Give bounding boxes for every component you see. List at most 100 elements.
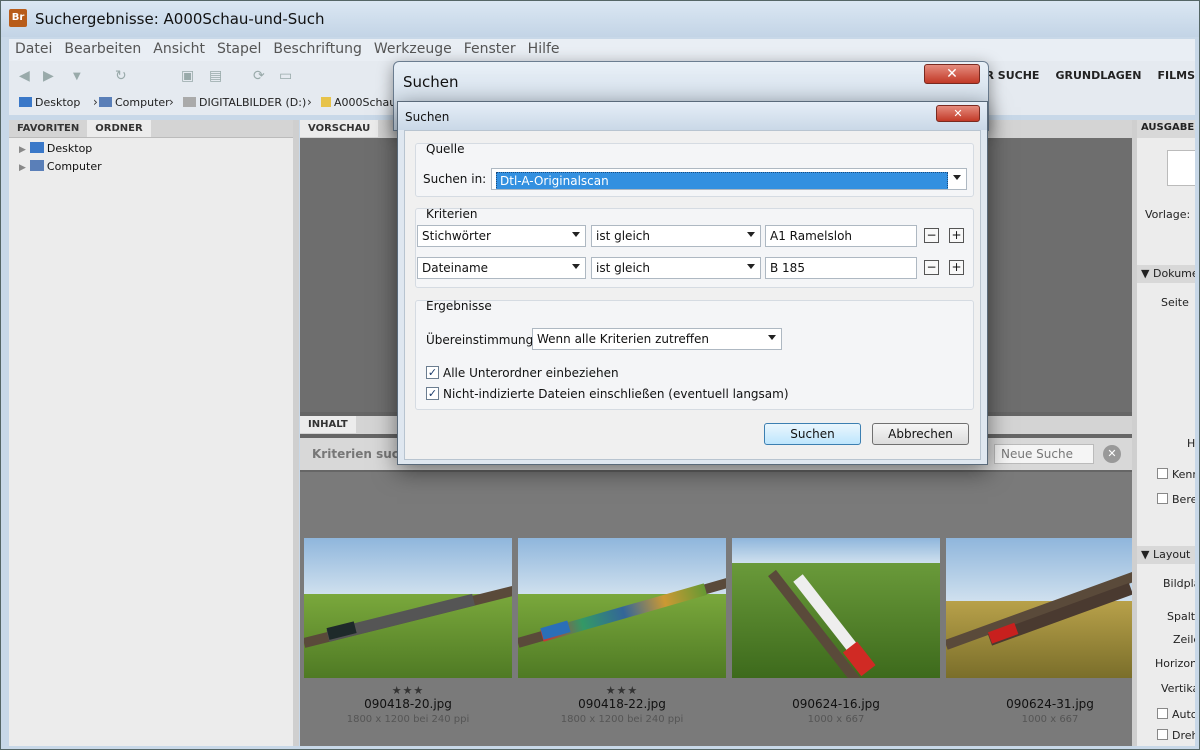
section-dokument-label: Dokumen <box>1152 267 1195 280</box>
chevron-right-icon[interactable]: › <box>169 95 174 109</box>
remove-criterion-icon[interactable]: − <box>924 228 939 243</box>
menu-hilfe[interactable]: Hilfe <box>522 39 566 59</box>
chevron-down-icon[interactable] <box>768 335 776 340</box>
close-icon[interactable]: ✕ <box>924 64 980 84</box>
spalte-label: Spalte <box>1167 610 1195 623</box>
crumb-folder-label: A000Schau <box>334 96 397 109</box>
search-in-value: Dtl-A-Originalscan <box>496 172 948 189</box>
reveal-recent-icon[interactable]: ↻ <box>115 68 127 84</box>
tree-item-desktop[interactable]: ▶ Desktop <box>19 142 92 155</box>
crumb-drive[interactable]: DIGITALBILDER (D:) <box>183 96 306 109</box>
chevron-down-icon[interactable] <box>953 175 961 180</box>
crumb-drive-label: DIGITALBILDER (D:) <box>199 96 307 109</box>
criteria-field-select[interactable]: Stichwörter <box>417 225 586 247</box>
cancel-button[interactable]: Abbrechen <box>872 423 969 445</box>
thumbnail-image[interactable] <box>304 538 512 678</box>
back-icon[interactable]: ◀ <box>19 68 30 84</box>
chevron-down-icon[interactable] <box>572 232 580 237</box>
title-bar: Br Suchergebnisse: A000Schau-und-Such <box>1 1 1199 37</box>
chevron-down-icon[interactable] <box>572 264 580 269</box>
menu-fenster[interactable]: Fenster <box>458 39 522 59</box>
expand-arrow-icon[interactable]: ▶ <box>19 163 26 173</box>
menu-bearbeiten[interactable]: Bearbeiten <box>58 39 147 59</box>
checkbox-icon[interactable] <box>1157 708 1168 719</box>
include-nonindexed-checkbox[interactable]: ✓ <box>426 387 439 400</box>
search-button[interactable]: Suchen <box>764 423 861 445</box>
seite-label: Seite <box>1161 296 1189 309</box>
chevron-right-icon[interactable]: › <box>93 95 98 109</box>
history-dropdown-icon[interactable]: ▼ <box>73 71 81 82</box>
criteria-field-select[interactable]: Dateiname <box>417 257 586 279</box>
dialog-body: Quelle Suchen in: Dtl-A-Originalscan Kri… <box>404 130 981 460</box>
match-label: Übereinstimmung: <box>426 333 538 347</box>
match-value: Wenn alle Kriterien zutreffen <box>537 332 710 346</box>
template-preview-icon[interactable] <box>1167 150 1195 186</box>
menu-bar: Datei Bearbeiten Ansicht Stapel Beschriftung… <box>9 39 1195 61</box>
close-icon[interactable]: ✕ <box>936 105 980 122</box>
new-search-button[interactable]: Neue Suche <box>994 444 1094 464</box>
crumb-computer[interactable]: Computer <box>99 96 170 109</box>
workspace-grundlagen[interactable]: GRUNDLAGEN <box>1055 69 1141 82</box>
chevron-down-icon[interactable] <box>747 232 755 237</box>
tab-inhalt[interactable]: INHALT <box>300 416 356 433</box>
drive-icon <box>183 97 196 107</box>
chevron-down-icon[interactable] <box>747 264 755 269</box>
criteria-value-input[interactable]: A1 Ramelsloh <box>765 225 917 247</box>
computer-icon <box>99 97 112 107</box>
kenn-checkbox[interactable]: Kenn <box>1157 468 1195 481</box>
crumb-desktop[interactable]: Desktop <box>19 96 80 109</box>
criteria-operator-select[interactable]: ist gleich <box>591 257 761 279</box>
drehe-checkbox[interactable]: Drehe <box>1157 729 1195 742</box>
vorlage-label: Vorlage: <box>1145 208 1191 221</box>
search-in-select[interactable]: Dtl-A-Originalscan <box>491 168 967 190</box>
match-select[interactable]: Wenn alle Kriterien zutreffen <box>532 328 782 350</box>
expand-arrow-icon[interactable]: ▶ <box>19 145 26 155</box>
output-panel-header[interactable]: AUSGABE <box>1137 120 1195 138</box>
menu-datei[interactable]: Datei <box>9 39 58 59</box>
rotate-icon[interactable]: ⟳ <box>253 68 265 84</box>
menu-ansicht[interactable]: Ansicht <box>147 39 211 59</box>
tab-ordner[interactable]: ORDNER <box>87 120 151 137</box>
refine-icon[interactable]: ▤ <box>209 68 222 84</box>
menu-beschriftung[interactable]: Beschriftung <box>267 39 368 59</box>
checkbox-icon[interactable] <box>1157 468 1168 479</box>
tree-item-computer[interactable]: ▶ Computer <box>19 160 102 173</box>
include-subfolders-checkbox[interactable]: ✓ <box>426 366 439 379</box>
dialog-title: Suchen <box>405 110 450 124</box>
left-splitter[interactable] <box>293 120 299 746</box>
add-criterion-icon[interactable]: + <box>949 228 964 243</box>
folder-icon <box>321 97 331 107</box>
crumb-folder[interactable]: A000Schau <box>321 96 396 109</box>
section-dokument[interactable]: ▼ Dokumen <box>1137 265 1195 283</box>
tree-item-label: Desktop <box>46 142 93 155</box>
close-icon[interactable]: ✕ <box>1103 445 1121 463</box>
section-layout[interactable]: ▼ Layout <box>1137 546 1195 564</box>
zeile-label: Zeile <box>1173 633 1195 646</box>
thumbnail-image[interactable] <box>732 538 940 678</box>
output-icon[interactable]: ▭ <box>279 68 292 84</box>
autom-checkbox[interactable]: Autom <box>1157 708 1195 721</box>
forward-icon[interactable]: ▶ <box>43 68 54 84</box>
tab-vorschau[interactable]: VORSCHAU <box>300 120 379 137</box>
rating-stars[interactable]: ★★★ <box>518 684 726 697</box>
tab-favoriten[interactable]: FAVORITEN <box>9 120 87 137</box>
menu-stapel[interactable]: Stapel <box>211 39 267 59</box>
criteria-label: Kriterien <box>426 207 478 221</box>
bered-checkbox[interactable]: Bered <box>1157 493 1195 506</box>
search-dialog: Suchen ✕ Quelle Suchen in: Dtl-A-Origina… <box>397 101 988 465</box>
chevron-right-icon[interactable]: › <box>307 95 312 109</box>
remove-criterion-icon[interactable]: − <box>924 260 939 275</box>
checkbox-icon[interactable] <box>1157 493 1168 504</box>
thumbnail-filename: 090624-16.jpg <box>792 697 880 711</box>
add-criterion-icon[interactable]: + <box>949 260 964 275</box>
checkbox-icon[interactable] <box>1157 729 1168 740</box>
crumb-desktop-label: Desktop <box>35 96 81 109</box>
thumbnail-image[interactable] <box>518 538 726 678</box>
rating-stars[interactable]: ★★★ <box>304 684 512 697</box>
workspace-films[interactable]: FILMS <box>1158 69 1196 82</box>
criteria-operator-select[interactable]: ist gleich <box>591 225 761 247</box>
thumbnail-image[interactable] <box>946 538 1154 678</box>
criteria-value-input[interactable]: B 185 <box>765 257 917 279</box>
camera-icon[interactable]: ▣ <box>181 68 194 84</box>
menu-werkzeuge[interactable]: Werkzeuge <box>368 39 458 59</box>
